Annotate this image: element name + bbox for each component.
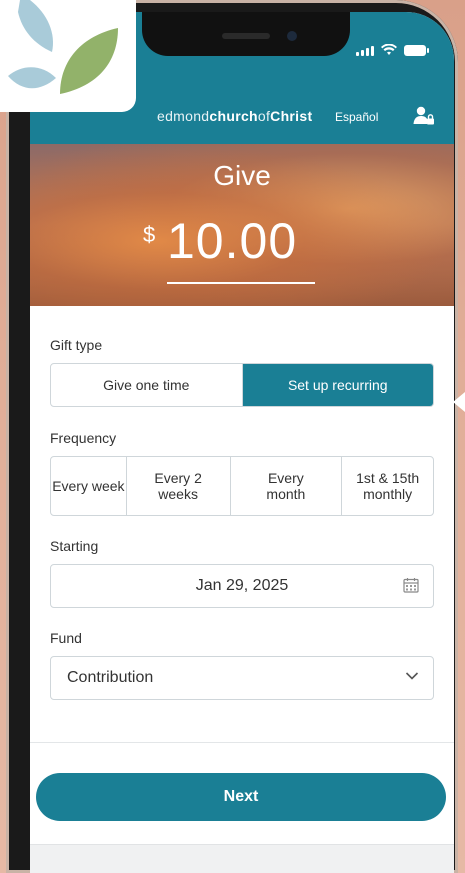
brand-suffix: Christ	[270, 108, 313, 124]
gift-type-selector: Give one time Set up recurring	[50, 363, 434, 407]
camera	[287, 31, 297, 41]
status-icons	[356, 44, 429, 56]
frequency-every-month[interactable]: Every month	[229, 457, 342, 515]
frequency-selector: Every week Every 2 weeks Every month 1st…	[50, 456, 434, 516]
gift-type-one-time[interactable]: Give one time	[51, 364, 242, 406]
frequency-1st-15th[interactable]: 1st & 15th monthly	[341, 457, 433, 515]
calendar-icon[interactable]	[403, 577, 419, 593]
wifi-icon	[381, 44, 397, 55]
fund-label: Fund	[50, 630, 82, 646]
frequency-every-2-weeks[interactable]: Every 2 weeks	[125, 457, 230, 515]
pointer-arrow	[453, 392, 465, 412]
divider	[30, 742, 454, 743]
gift-type-recurring[interactable]: Set up recurring	[241, 364, 433, 406]
battery-icon	[404, 45, 429, 56]
give-title: Give	[213, 160, 271, 191]
amount-value[interactable]: 10.00	[167, 212, 297, 270]
start-date-field[interactable]: Jan 29, 2025	[50, 564, 434, 608]
fund-select[interactable]: Contribution	[50, 656, 434, 700]
starting-label: Starting	[50, 538, 99, 554]
fund-value: Contribution	[67, 669, 154, 686]
brand-of: of	[257, 108, 271, 124]
user-lock-icon[interactable]	[413, 105, 435, 127]
notch	[142, 12, 350, 56]
brand-middle: church	[209, 108, 258, 124]
hero-banner: Give $ 10.00	[30, 144, 454, 306]
amount-input[interactable]: $ 10.00	[143, 213, 315, 284]
app-logo	[0, 0, 136, 112]
speaker	[222, 33, 270, 39]
frequency-every-week[interactable]: Every week	[51, 457, 126, 515]
signal-icon	[356, 46, 374, 56]
bottom-strip	[30, 844, 454, 873]
frequency-label: Frequency	[50, 430, 117, 446]
app-screen: edmondchurchofChrist Español Give $ 10.0…	[30, 12, 454, 873]
currency-symbol: $	[143, 222, 156, 247]
next-button[interactable]: Next	[36, 773, 446, 821]
leaf-logo-icon	[8, 0, 118, 94]
chevron-down-icon	[405, 672, 419, 680]
brand-prefix: edmond	[157, 108, 210, 124]
phone-frame: edmondchurchofChrist Español Give $ 10.0…	[6, 0, 458, 873]
church-logo-text[interactable]: edmondchurchofChrist	[157, 108, 312, 124]
gift-type-label: Gift type	[50, 337, 103, 353]
language-link[interactable]: Español	[335, 110, 378, 124]
start-date-value: Jan 29, 2025	[195, 577, 289, 594]
